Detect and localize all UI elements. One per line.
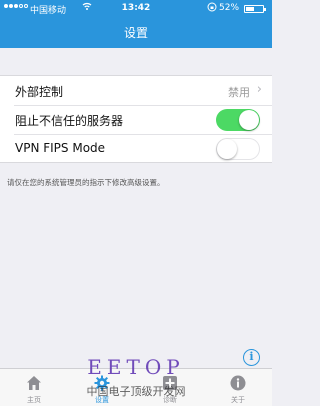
- external-control-value: 禁用: [228, 86, 250, 99]
- vpn-fips-mode-toggle[interactable]: [216, 138, 260, 160]
- nav-bar: 设置: [0, 18, 272, 48]
- vpn-fips-mode-label: VPN FIPS Mode: [15, 141, 106, 155]
- watermark-title: EETOP: [87, 355, 185, 379]
- external-control-label: 外部控制: [15, 85, 64, 99]
- orientation-lock-icon: [207, 2, 217, 15]
- external-control-row[interactable]: 外部控制 禁用 ›: [0, 76, 272, 105]
- vpn-fips-mode-row: VPN FIPS Mode: [0, 134, 272, 163]
- chevron-right-icon: ›: [256, 82, 262, 97]
- watermark-subtitle: 中国电子顶级开发网: [86, 385, 186, 398]
- settings-list: 外部控制 禁用 › 阻止不信任的服务器 VPN FIPS Mode: [0, 75, 272, 163]
- block-untrusted-servers-label: 阻止不信任的服务器: [15, 114, 124, 128]
- battery-percent: 52%: [219, 3, 240, 13]
- battery-icon: [244, 5, 266, 13]
- advanced-settings-note: 请仅在您的系统管理员的指示下修改高级设置。: [7, 178, 165, 187]
- page-title: 设置: [123, 26, 148, 40]
- block-untrusted-servers-row: 阻止不信任的服务器: [0, 105, 272, 134]
- block-untrusted-servers-toggle[interactable]: [216, 109, 260, 131]
- status-bar: 中国移动 13:42 52%: [0, 0, 272, 18]
